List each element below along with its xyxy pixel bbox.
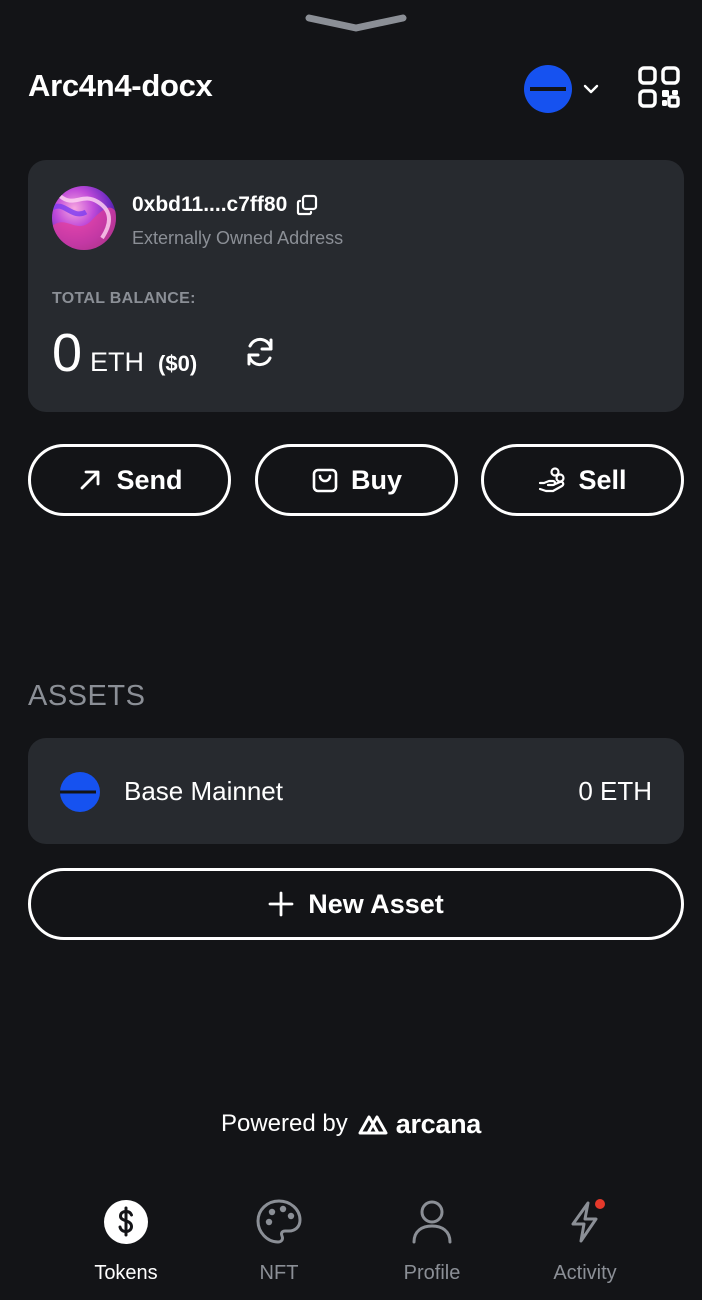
- total-balance-label: TOTAL BALANCE:: [52, 290, 196, 307]
- network-selector-button[interactable]: [524, 64, 604, 114]
- assets-section-title: ASSETS: [28, 680, 146, 712]
- address-row: 0xbd11....c7ff80: [132, 190, 319, 220]
- balance-unit: ETH: [90, 347, 145, 377]
- palette-icon: [256, 1199, 302, 1244]
- new-asset-label: New Asset: [308, 888, 444, 919]
- asset-name: Base Mainnet: [124, 776, 283, 806]
- balance-display: 0 ETH ($0): [52, 322, 197, 384]
- qr-code-icon[interactable]: [638, 66, 680, 108]
- drag-handle-icon[interactable]: [305, 10, 407, 34]
- tab-activity[interactable]: Activity: [515, 1190, 655, 1300]
- base-network-logo-icon: [524, 65, 572, 113]
- tab-profile[interactable]: Profile: [362, 1190, 502, 1300]
- tab-tokens-label: Tokens: [94, 1262, 158, 1284]
- powered-by-text: Powered by: [220, 1110, 348, 1137]
- tab-nft[interactable]: NFT: [209, 1190, 349, 1300]
- send-button[interactable]: Send: [28, 444, 231, 516]
- asset-row[interactable]: Base Mainnet 0 ETH: [28, 738, 684, 844]
- wallet-address: 0xbd11....c7ff80: [132, 193, 288, 216]
- lightning-icon: [571, 1199, 605, 1243]
- tab-profile-label: Profile: [403, 1262, 461, 1284]
- buy-button[interactable]: Buy: [255, 444, 458, 516]
- arrow-up-right-icon: [81, 470, 100, 490]
- hand-coins-icon: [539, 467, 566, 493]
- header: Arc4n4-docx: [28, 62, 680, 114]
- chevron-down-icon: [583, 84, 599, 94]
- avatar: [52, 186, 116, 250]
- balance-amount: 0: [52, 323, 83, 383]
- balance-fiat: ($0): [158, 351, 198, 376]
- copy-icon[interactable]: [295, 193, 319, 217]
- new-asset-button[interactable]: New Asset: [28, 868, 684, 940]
- asset-balance: 0 ETH: [578, 776, 652, 806]
- base-network-logo-icon: [60, 772, 100, 812]
- app-title: Arc4n4-docx: [28, 68, 213, 103]
- tab-nft-label: NFT: [259, 1262, 299, 1284]
- shopping-bag-icon: [312, 468, 338, 493]
- account-card: 0xbd11....c7ff80 Externally Owned Addres…: [28, 160, 684, 412]
- refresh-icon[interactable]: [242, 334, 278, 370]
- dollar-icon: [104, 1200, 148, 1244]
- address-type-label: Externally Owned Address: [132, 228, 344, 248]
- arcana-logo-icon: [358, 1115, 388, 1135]
- sell-label: Sell: [578, 464, 627, 495]
- notification-dot: [595, 1199, 605, 1209]
- tab-tokens[interactable]: Tokens: [56, 1190, 196, 1300]
- send-label: Send: [116, 464, 183, 495]
- sell-button[interactable]: Sell: [481, 444, 684, 516]
- tab-activity-label: Activity: [553, 1262, 617, 1284]
- powered-by: Powered by arcana: [0, 1104, 702, 1144]
- buy-label: Buy: [350, 464, 402, 495]
- arcana-brand: arcana: [395, 1108, 482, 1139]
- action-buttons: Send Buy Sell: [28, 444, 684, 516]
- bottom-tab-bar: Tokens NFT Profile Activity: [0, 1190, 702, 1300]
- user-icon: [412, 1200, 452, 1244]
- plus-icon: [268, 891, 294, 917]
